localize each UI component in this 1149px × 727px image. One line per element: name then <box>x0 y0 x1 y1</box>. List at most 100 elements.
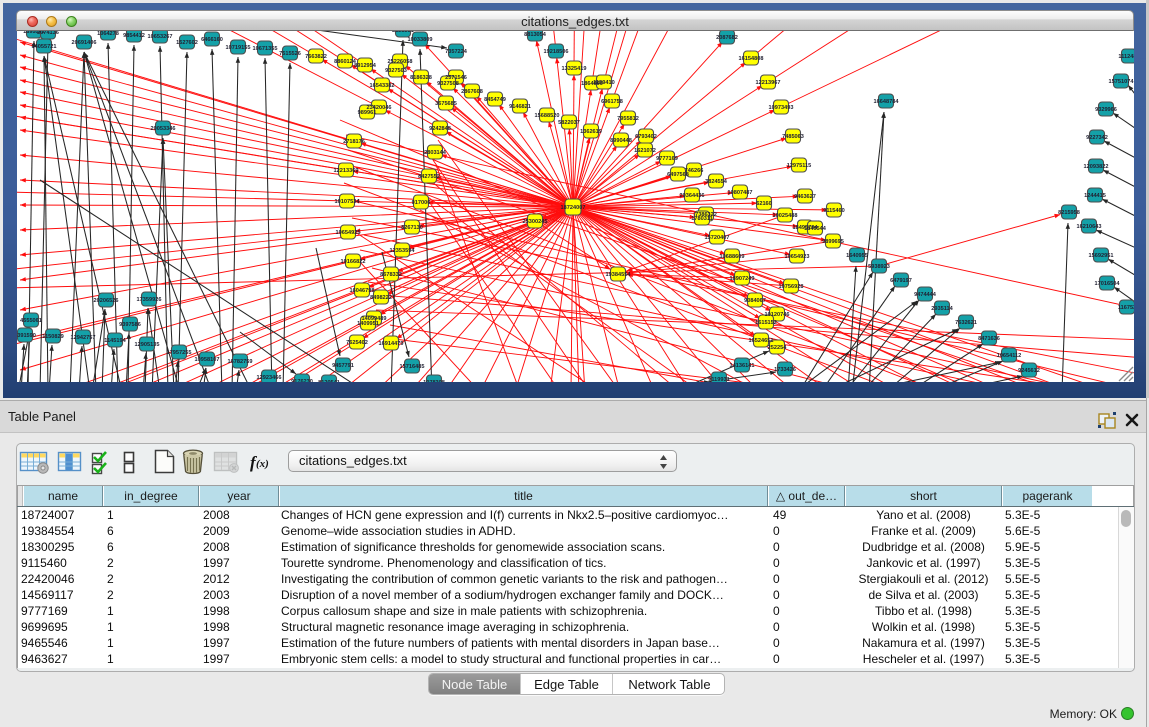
svg-text:4555061: 4555061 <box>20 318 42 324</box>
svg-text:17359926: 17359926 <box>137 297 162 303</box>
svg-text:252254: 252254 <box>768 345 788 351</box>
svg-text:(x): (x) <box>256 458 269 470</box>
svg-text:9176230: 9176230 <box>291 379 313 382</box>
svg-text:989961: 989961 <box>358 110 377 116</box>
svg-text:8990448: 8990448 <box>610 138 632 144</box>
svg-text:12975115: 12975115 <box>787 163 812 169</box>
svg-text:8427552: 8427552 <box>418 174 440 180</box>
svg-text:17957255: 17957255 <box>167 350 192 356</box>
svg-text:8912954: 8912954 <box>354 63 377 69</box>
svg-text:10973493: 10973493 <box>769 105 794 111</box>
svg-text:20206526: 20206526 <box>94 298 119 304</box>
svg-text:12942757: 12942757 <box>71 335 96 341</box>
svg-text:12353594: 12353594 <box>390 248 416 254</box>
svg-text:1244415: 1244415 <box>1084 193 1106 199</box>
svg-text:6961758: 6961758 <box>601 99 623 105</box>
svg-text:19654925: 19654925 <box>336 230 361 236</box>
svg-text:1150829: 1150829 <box>42 334 63 340</box>
svg-text:14055721: 14055721 <box>32 44 57 50</box>
svg-text:8215958: 8215958 <box>1058 210 1080 216</box>
svg-text:116753: 116753 <box>1118 305 1134 311</box>
svg-text:19166822: 19166822 <box>341 259 366 265</box>
svg-text:15692951: 15692951 <box>1089 253 1114 259</box>
svg-text:8186328: 8186328 <box>410 75 432 81</box>
svg-text:18724007: 18724007 <box>561 205 586 211</box>
svg-text:20053346: 20053346 <box>151 126 176 132</box>
svg-text:16782759: 16782759 <box>228 359 253 365</box>
svg-text:1780311: 1780311 <box>691 216 712 222</box>
svg-text:6479197: 6479197 <box>890 278 912 284</box>
svg-text:10654112: 10654112 <box>997 353 1022 359</box>
svg-text:1112480: 1112480 <box>1118 54 1134 60</box>
svg-text:16046798: 16046798 <box>350 288 375 294</box>
svg-text:6466160: 6466160 <box>201 37 223 43</box>
svg-text:10688609: 10688609 <box>720 254 745 260</box>
svg-text:25226058: 25226058 <box>388 59 413 65</box>
svg-text:8678332: 8678332 <box>380 272 402 278</box>
svg-text:12213369: 12213369 <box>334 168 359 174</box>
svg-text:3824554: 3824554 <box>705 179 728 185</box>
svg-text:5822037: 5822037 <box>558 120 580 126</box>
svg-text:9227342: 9227342 <box>1086 135 1108 141</box>
svg-text:25300245: 25300245 <box>523 219 548 225</box>
svg-text:15716485: 15716485 <box>400 364 425 370</box>
svg-text:9084067: 9084067 <box>744 298 766 304</box>
svg-text:19384554: 19384554 <box>606 272 632 278</box>
svg-text:5938923: 5938923 <box>868 264 890 270</box>
svg-text:1615152: 1615152 <box>755 320 777 326</box>
svg-text:8120541: 8120541 <box>318 380 340 382</box>
svg-text:9327508: 9327508 <box>437 81 459 87</box>
svg-text:3675685: 3675685 <box>435 101 457 107</box>
svg-text:1527602: 1527602 <box>176 40 198 46</box>
svg-text:12213967: 12213967 <box>756 80 781 86</box>
svg-text:62160: 62160 <box>756 201 772 207</box>
svg-text:1409951: 1409951 <box>357 321 379 327</box>
svg-text:12923466: 12923466 <box>257 375 282 381</box>
svg-text:7515526: 7515526 <box>279 51 301 57</box>
svg-text:1362619: 1362619 <box>580 129 602 135</box>
svg-text:2935114: 2935114 <box>931 306 953 312</box>
svg-text:9329966: 9329966 <box>1095 107 1117 113</box>
svg-text:7663822: 7663822 <box>305 54 327 60</box>
svg-text:9327503: 9327503 <box>385 68 407 74</box>
svg-text:9474444: 9474444 <box>914 292 937 298</box>
svg-text:10958107: 10958107 <box>195 357 220 363</box>
svg-text:9245612: 9245612 <box>1018 368 1040 374</box>
svg-text:1159410: 1159410 <box>593 80 614 86</box>
svg-text:10025488: 10025488 <box>773 213 798 219</box>
svg-text:4391590: 4391590 <box>17 333 36 339</box>
svg-text:13325419: 13325419 <box>562 66 587 72</box>
svg-text:2718176: 2718176 <box>343 139 365 145</box>
svg-text:8813054: 8813054 <box>524 32 547 38</box>
svg-text:15751074: 15751074 <box>1109 79 1134 85</box>
svg-text:8471636: 8471636 <box>978 336 1000 342</box>
svg-text:9397586: 9397586 <box>119 322 141 328</box>
svg-text:16914479: 16914479 <box>379 341 404 347</box>
svg-text:746266: 746266 <box>685 168 704 174</box>
svg-text:17016504: 17016504 <box>1095 281 1121 287</box>
svg-text:6793402: 6793402 <box>635 134 657 140</box>
svg-text:8267130: 8267130 <box>401 225 423 231</box>
svg-text:16210643: 16210643 <box>1077 224 1102 230</box>
svg-text:10756928: 10756928 <box>779 284 804 290</box>
svg-text:10033809: 10033809 <box>408 37 433 43</box>
svg-text:9854412: 9854412 <box>123 33 145 39</box>
svg-text:15720407: 15720407 <box>705 235 730 241</box>
svg-text:7625402: 7625402 <box>346 340 368 346</box>
svg-text:10671355: 10671355 <box>253 46 278 52</box>
svg-text:1078308: 1078308 <box>423 380 445 382</box>
svg-text:9463627: 9463627 <box>794 194 816 200</box>
svg-text:1064278: 1064278 <box>97 31 119 37</box>
svg-text:10120746: 10120746 <box>765 312 790 318</box>
svg-text:8498222: 8498222 <box>370 295 392 301</box>
svg-text:2867608: 2867608 <box>461 89 483 95</box>
svg-text:9115460: 9115460 <box>823 208 844 214</box>
svg-text:7632621: 7632621 <box>955 320 977 326</box>
svg-text:16543382: 16543382 <box>370 83 395 89</box>
svg-text:14136141: 14136141 <box>730 363 755 369</box>
svg-text:7955812: 7955812 <box>617 116 639 122</box>
svg-text:2803144: 2803144 <box>424 150 447 156</box>
svg-text:19654923: 19654923 <box>785 254 810 260</box>
svg-text:18907249: 18907249 <box>730 276 755 282</box>
svg-text:9777169: 9777169 <box>656 156 678 162</box>
